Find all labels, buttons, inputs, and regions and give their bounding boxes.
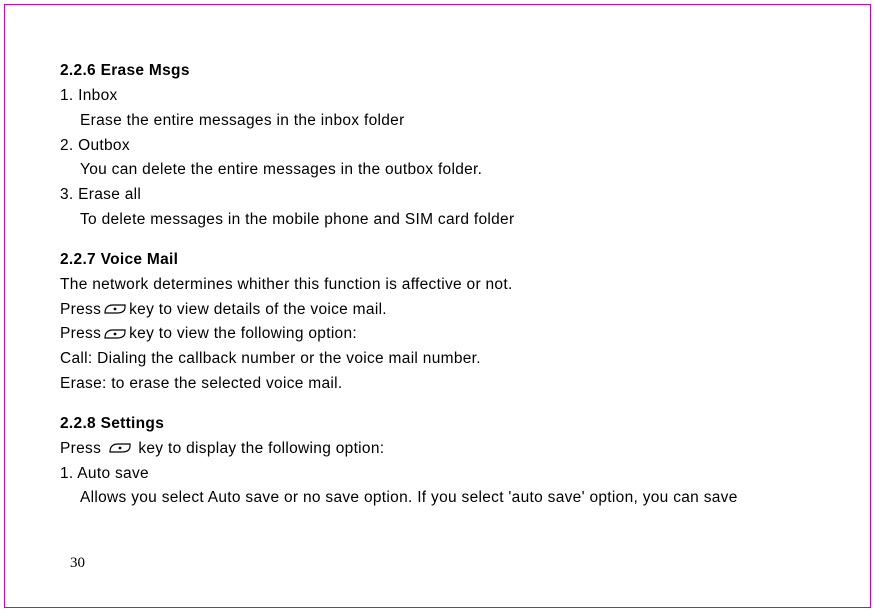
item-autosave-title: 1. Auto save (60, 462, 825, 487)
page-number: 30 (70, 555, 85, 572)
item-inbox-desc: Erase the entire messages in the inbox f… (60, 109, 825, 134)
softkey-icon (103, 303, 127, 315)
text-after-key: key to display the following option: (134, 437, 385, 462)
item-outbox-desc: You can delete the entire messages in th… (60, 158, 825, 183)
voicemail-line4: Call: Dialing the callback number or the… (60, 347, 825, 372)
text-press: Press (60, 298, 101, 323)
text-after-key: key to view the following option: (129, 322, 357, 347)
heading-settings: 2.2.8 Settings (60, 415, 825, 433)
text-after-key: key to view details of the voice mail. (129, 298, 387, 323)
settings-line1: Press key to display the following optio… (60, 437, 825, 462)
voicemail-line1: The network determines whither this func… (60, 273, 825, 298)
voicemail-line3: Press key to view the following option: (60, 322, 825, 347)
voicemail-line5: Erase: to erase the selected voice mail. (60, 372, 825, 397)
item-outbox-title: 2. Outbox (60, 134, 825, 159)
heading-erase-msgs: 2.2.6 Erase Msgs (60, 62, 825, 80)
text-press: Press (60, 437, 106, 462)
item-inbox-title: 1. Inbox (60, 84, 825, 109)
voicemail-line2: Press key to view details of the voice m… (60, 298, 825, 323)
softkey-icon (108, 442, 132, 454)
document-content: 2.2.6 Erase Msgs 1. Inbox Erase the enti… (60, 62, 825, 511)
item-autosave-desc: Allows you select Auto save or no save o… (60, 486, 825, 511)
item-eraseall-desc: To delete messages in the mobile phone a… (60, 208, 825, 233)
softkey-icon (103, 328, 127, 340)
text-press: Press (60, 322, 101, 347)
item-eraseall-title: 3. Erase all (60, 183, 825, 208)
heading-voice-mail: 2.2.7 Voice Mail (60, 251, 825, 269)
